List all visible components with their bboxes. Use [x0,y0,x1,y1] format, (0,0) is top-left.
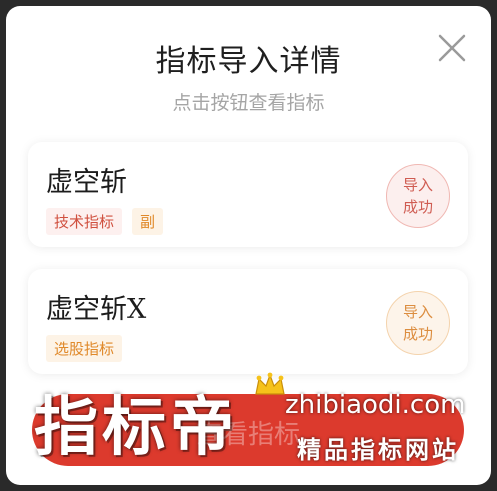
close-icon[interactable] [434,30,470,66]
indicator-tags: 选股指标 [46,335,123,362]
indicator-name: 虚空斩 [46,167,127,198]
crown-icon [253,372,287,398]
dialog-subtitle: 点击按钮查看指标 [172,92,325,114]
watermark-slogan: 精品指标网站 [297,436,459,464]
status-line-1: 导入 [402,303,433,321]
status-line-2: 成功 [402,325,433,343]
indicator-card[interactable]: 虚空斩X 选股指标 导入 成功 [28,269,468,374]
import-status-badge: 导入 成功 [386,291,450,355]
indicator-card[interactable]: 虚空斩 技术指标 副 导入 成功 [28,142,468,247]
watermark-logo-text: 指标帝 [34,391,238,465]
status-line-2: 成功 [402,198,433,216]
status-line-1: 导入 [402,176,433,194]
import-status-badge: 导入 成功 [386,164,450,228]
tag-indicator-type: 选股指标 [46,335,123,362]
watermark-url: zhibiaodi.com [285,390,466,420]
tag-indicator-type: 技术指标 [46,208,123,235]
indicator-tags: 技术指标 副 [46,208,164,235]
dialog-title: 指标导入详情 [155,44,342,79]
indicator-name: 虚空斩X [46,294,147,325]
tag-chart-position: 副 [132,208,164,235]
